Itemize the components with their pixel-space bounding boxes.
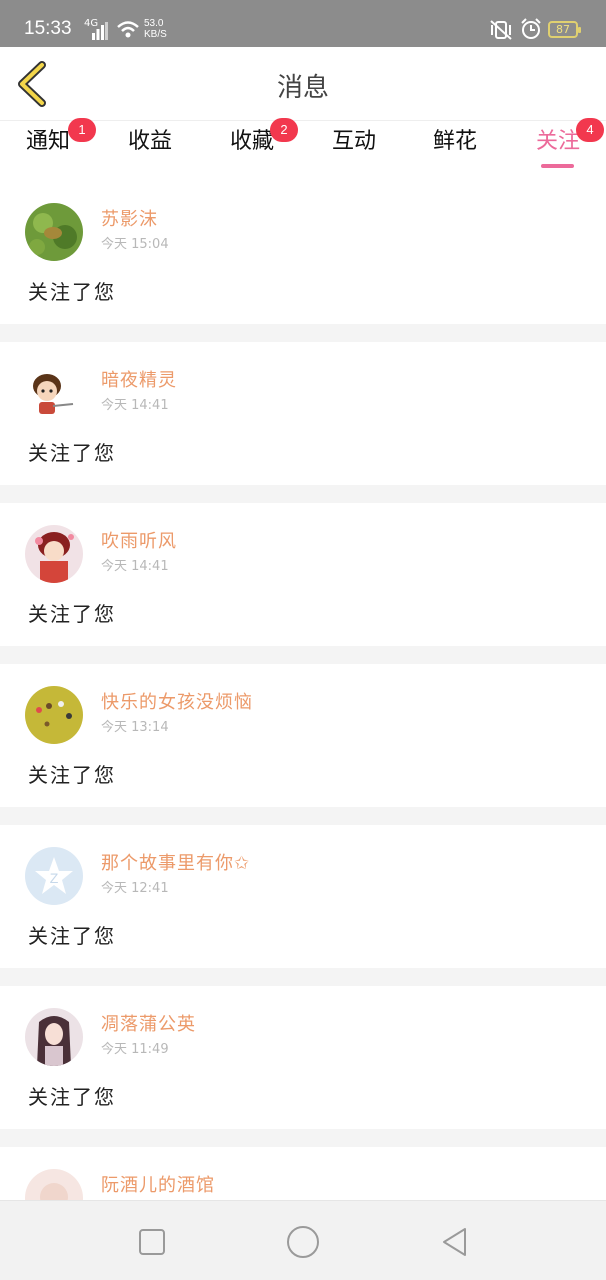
user-avatar-image xyxy=(25,1008,83,1066)
speed-value: 53.0 xyxy=(144,18,164,29)
user-name[interactable]: 快乐的女孩没烦恼 xyxy=(101,688,253,714)
message-time: 今天 14:41 xyxy=(101,559,169,574)
user-name[interactable]: 阮酒儿的酒馆 xyxy=(101,1171,215,1197)
avatar[interactable] xyxy=(25,364,83,422)
message-text: 关注了您 xyxy=(28,280,116,304)
message-card[interactable]: 阮酒儿的酒馆 xyxy=(0,1147,606,1200)
tab-label: 关注 xyxy=(536,129,581,154)
tab-favorites[interactable]: 收藏 2 xyxy=(230,118,298,173)
speed-unit: KB/S xyxy=(144,29,167,40)
tab-label: 通知 xyxy=(26,129,71,154)
avatar[interactable] xyxy=(25,686,83,744)
message-card[interactable]: 苏影沫 今天 15:04 关注了您 xyxy=(0,181,606,324)
user-name[interactable]: 那个故事里有你✩ xyxy=(101,849,250,875)
tab-notifications[interactable]: 通知 1 xyxy=(26,118,96,173)
tab-earnings[interactable]: 收益 xyxy=(128,127,172,173)
status-time: 15:33 xyxy=(24,18,72,39)
page-title: 消息 xyxy=(276,73,329,103)
user-avatar-image xyxy=(25,364,83,422)
message-time: 今天 13:14 xyxy=(101,720,169,735)
back-icon[interactable] xyxy=(438,1225,472,1259)
message-time: 今天 12:41 xyxy=(101,881,169,896)
user-name[interactable]: 凋落蒲公英 xyxy=(101,1010,196,1036)
avatar[interactable] xyxy=(25,1008,83,1066)
user-avatar-image xyxy=(25,1169,83,1200)
user-name[interactable]: 暗夜精灵 xyxy=(101,366,177,392)
avatar[interactable] xyxy=(25,203,83,261)
wifi-icon xyxy=(117,21,139,38)
system-nav-bar xyxy=(0,1200,606,1280)
message-card[interactable]: 凋落蒲公英 今天 11:49 关注了您 xyxy=(0,986,606,1129)
message-text: 关注了您 xyxy=(28,924,116,948)
home-icon[interactable] xyxy=(286,1225,320,1259)
unread-badge: 1 xyxy=(68,118,96,142)
battery-icon: 87 xyxy=(548,21,581,38)
tab-label: 收益 xyxy=(128,129,173,154)
tab-label: 鲜花 xyxy=(433,129,478,154)
avatar[interactable]: Z xyxy=(25,847,83,905)
unread-badge: 4 xyxy=(576,118,604,142)
unread-badge: 2 xyxy=(270,118,298,142)
status-bar: 15:33 4G 53.0 KB/S 87 xyxy=(0,0,606,47)
alarm-icon xyxy=(521,18,541,39)
message-time: 今天 11:49 xyxy=(101,1042,169,1057)
user-name[interactable]: 苏影沫 xyxy=(101,205,158,231)
message-list[interactable]: 苏影沫 今天 15:04 关注了您 暗夜精灵 今天 14:41 关注了您 吹雨听… xyxy=(0,181,606,1200)
message-text: 关注了您 xyxy=(28,1085,116,1109)
tab-flowers[interactable]: 鲜花 xyxy=(433,127,477,173)
message-card[interactable]: 吹雨听风 今天 14:41 关注了您 xyxy=(0,503,606,646)
default-avatar-icon: Z xyxy=(25,847,83,905)
tab-interactions[interactable]: 互动 xyxy=(332,127,376,173)
message-time: 今天 15:04 xyxy=(101,237,169,252)
message-card[interactable]: 快乐的女孩没烦恼 今天 13:14 关注了您 xyxy=(0,664,606,807)
tab-bar: 通知 1 收益 收藏 2 互动 鲜花 关注 4 xyxy=(0,118,606,181)
message-text: 关注了您 xyxy=(28,763,116,787)
avatar[interactable] xyxy=(25,1169,83,1200)
user-name[interactable]: 吹雨听风 xyxy=(101,527,177,553)
user-avatar-image xyxy=(25,686,83,744)
avatar[interactable] xyxy=(25,525,83,583)
recent-apps-icon[interactable] xyxy=(135,1225,169,1259)
message-text: 关注了您 xyxy=(28,441,116,465)
message-card[interactable]: 暗夜精灵 今天 14:41 关注了您 xyxy=(0,342,606,485)
user-avatar-image xyxy=(25,525,83,583)
user-avatar-image xyxy=(25,203,83,261)
svg-text:Z: Z xyxy=(50,870,59,886)
network-speed: 53.0 KB/S xyxy=(144,18,167,40)
signal-icon xyxy=(92,22,108,40)
message-time: 今天 14:41 xyxy=(101,398,169,413)
tab-label: 互动 xyxy=(332,129,377,154)
tab-label: 收藏 xyxy=(230,129,275,154)
message-text: 关注了您 xyxy=(28,602,116,626)
header: 消息 xyxy=(0,47,606,121)
message-card[interactable]: Z 那个故事里有你✩ 今天 12:41 关注了您 xyxy=(0,825,606,968)
active-tab-indicator xyxy=(541,164,574,168)
vibrate-off-icon xyxy=(490,20,512,40)
